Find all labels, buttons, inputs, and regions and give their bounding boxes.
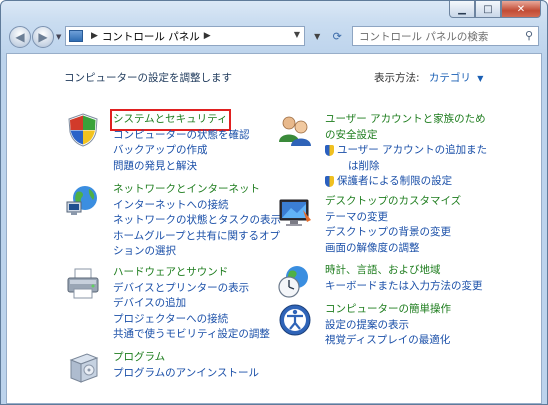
search-placeholder: コントロール パネルの検索 xyxy=(359,30,489,43)
search-icon[interactable]: ⚲ xyxy=(525,29,533,42)
chevron-down-icon[interactable]: ▼ xyxy=(477,74,483,83)
create-backup-link[interactable]: バックアップの作成 xyxy=(113,143,283,159)
page-title: コンピューターの設定を調整します xyxy=(64,72,232,84)
category-text: ネットワークとインターネット インターネットへの接続 ネットワークの状態とタスク… xyxy=(113,182,283,260)
category-text: 時計、言語、および地域 キーボードまたは入力方法の変更 xyxy=(325,263,495,294)
clock-language-region-link[interactable]: 時計、言語、および地域 xyxy=(325,263,495,279)
category-text: ハードウェアとサウンド デバイスとプリンターの表示 デバイスの追加 プロジェクタ… xyxy=(113,265,283,343)
close-button[interactable]: ✕ xyxy=(501,1,541,18)
system-security-link[interactable]: システムとセキュリティ xyxy=(110,109,231,131)
recent-pages-dropdown[interactable]: ▼ xyxy=(56,33,61,41)
minimize-button[interactable]: ▁ xyxy=(449,1,475,18)
desktop-monitor-icon[interactable] xyxy=(277,194,313,230)
homegroup-sharing-link-cont[interactable]: ションの選択 xyxy=(113,244,283,260)
find-fix-problems-link[interactable]: 問題の発見と解決 xyxy=(113,159,283,175)
category-text: システムとセキュリティ コンピューターの状態を確認 バックアップの作成 問題の発… xyxy=(110,109,283,175)
address-dropdown-icon[interactable]: ▼ xyxy=(294,30,300,39)
refresh-icon[interactable]: ⟳ xyxy=(333,30,342,43)
add-remove-accounts-group: ユーザー アカウントの追加また は削除 xyxy=(337,143,487,174)
change-theme-link[interactable]: テーマの変更 xyxy=(325,210,495,226)
suggested-settings-link[interactable]: 設定の提案の表示 xyxy=(325,318,495,334)
programs-icon[interactable] xyxy=(65,350,101,386)
address-history-icon[interactable]: ▼ xyxy=(314,32,320,41)
breadcrumb-separator-icon[interactable]: ▶ xyxy=(204,31,211,41)
view-by-dropdown[interactable]: カテゴリ xyxy=(429,72,471,84)
category-text: デスクトップのカスタマイズ テーマの変更 デスクトップの背景の変更 画面の解像度… xyxy=(325,194,495,256)
navigation-bar: ◀ ▶ ▼ ▶ コントロール パネル ▶ ▼ ▼ ⟳ コントロール パネルの検索… xyxy=(7,25,541,51)
optimize-display-link[interactable]: 視覚ディスプレイの最適化 xyxy=(325,333,495,349)
network-internet-link[interactable]: ネットワークとインターネット xyxy=(113,182,283,198)
control-panel-window: ▁ □ ✕ ◀ ▶ ▼ ▶ コントロール パネル ▶ ▼ ▼ ⟳ コントロール … xyxy=(0,0,548,405)
hardware-sound-link[interactable]: ハードウェアとサウンド xyxy=(113,265,283,281)
content-pane: コンピューターの設定を調整します 表示方法: カテゴリ ▼ システムとセキュリテ… xyxy=(6,53,542,404)
user-accounts-family-link-cont[interactable]: の安全設定 xyxy=(325,128,505,144)
add-remove-accounts-row: ユーザー アカウントの追加また は削除 xyxy=(325,143,505,174)
parental-controls-link[interactable]: 保護者による制限の設定 xyxy=(337,174,452,190)
connect-projector-link[interactable]: プロジェクターへの接続 xyxy=(113,312,283,328)
change-keyboard-link[interactable]: キーボードまたは入力方法の変更 xyxy=(325,279,495,295)
breadcrumb-control-panel[interactable]: コントロール パネル xyxy=(102,29,200,44)
check-computer-status-link[interactable]: コンピューターの状態を確認 xyxy=(113,128,283,144)
maximize-icon: □ xyxy=(483,3,493,15)
devices-printers-link[interactable]: デバイスとプリンターの表示 xyxy=(113,281,283,297)
users-icon[interactable] xyxy=(277,112,313,148)
view-by-control: 表示方法: カテゴリ ▼ xyxy=(374,70,483,85)
caption-buttons: ▁ □ ✕ xyxy=(449,1,541,18)
user-accounts-family-link[interactable]: ユーザー アカウントと家族のため xyxy=(325,112,505,128)
maximize-button[interactable]: □ xyxy=(475,1,501,18)
homegroup-sharing-link[interactable]: ホームグループと共有に関するオプ xyxy=(113,229,283,245)
category-text: プログラム プログラムのアンインストール xyxy=(113,350,283,381)
uac-shield-icon xyxy=(325,176,334,188)
minimize-icon: ▁ xyxy=(458,3,466,15)
view-by-label: 表示方法: xyxy=(374,72,420,84)
control-panel-icon xyxy=(69,30,83,42)
programs-link[interactable]: プログラム xyxy=(113,350,283,366)
refresh-area: ▼ ⟳ xyxy=(308,26,348,46)
printer-icon[interactable] xyxy=(65,265,101,301)
close-icon: ✕ xyxy=(516,3,526,15)
breadcrumb-separator-icon[interactable]: ▶ xyxy=(91,31,98,41)
mobility-settings-link[interactable]: 共通で使うモビリティ設定の調整 xyxy=(113,327,283,343)
add-remove-accounts-link[interactable]: ユーザー アカウントの追加また xyxy=(337,143,487,159)
adjust-resolution-link[interactable]: 画面の解像度の調整 xyxy=(325,241,495,257)
change-background-link[interactable]: デスクトップの背景の変更 xyxy=(325,225,495,241)
forward-button[interactable]: ▶ xyxy=(32,26,54,48)
uninstall-program-link[interactable]: プログラムのアンインストール xyxy=(113,366,283,382)
connect-internet-link[interactable]: インターネットへの接続 xyxy=(113,198,283,214)
network-status-tasks-link[interactable]: ネットワークの状態とタスクの表示 xyxy=(113,213,283,229)
category-text: ユーザー アカウントと家族のため の安全設定 ユーザー アカウントの追加また は… xyxy=(325,112,505,190)
add-remove-accounts-link-cont[interactable]: は削除 xyxy=(337,159,487,175)
address-bar[interactable]: ▶ コントロール パネル ▶ ▼ xyxy=(65,26,305,46)
network-globe-icon[interactable] xyxy=(65,182,101,218)
appearance-personalization-link[interactable]: デスクトップのカスタマイズ xyxy=(325,194,495,210)
back-button[interactable]: ◀ xyxy=(9,26,31,48)
uac-shield-icon xyxy=(325,145,334,157)
ease-of-access-icon[interactable] xyxy=(277,302,313,338)
shield-icon[interactable] xyxy=(65,112,101,148)
add-device-link[interactable]: デバイスの追加 xyxy=(113,296,283,312)
search-input[interactable]: コントロール パネルの検索 ⚲ xyxy=(352,26,539,46)
clock-globe-icon[interactable] xyxy=(277,263,313,299)
parental-controls-row: 保護者による制限の設定 xyxy=(325,174,505,190)
ease-of-access-link[interactable]: コンピューターの簡単操作 xyxy=(325,302,495,318)
arrow-right-icon: ▶ xyxy=(38,30,48,44)
arrow-left-icon: ◀ xyxy=(15,30,25,44)
category-text: コンピューターの簡単操作 設定の提案の表示 視覚ディスプレイの最適化 xyxy=(325,302,495,349)
